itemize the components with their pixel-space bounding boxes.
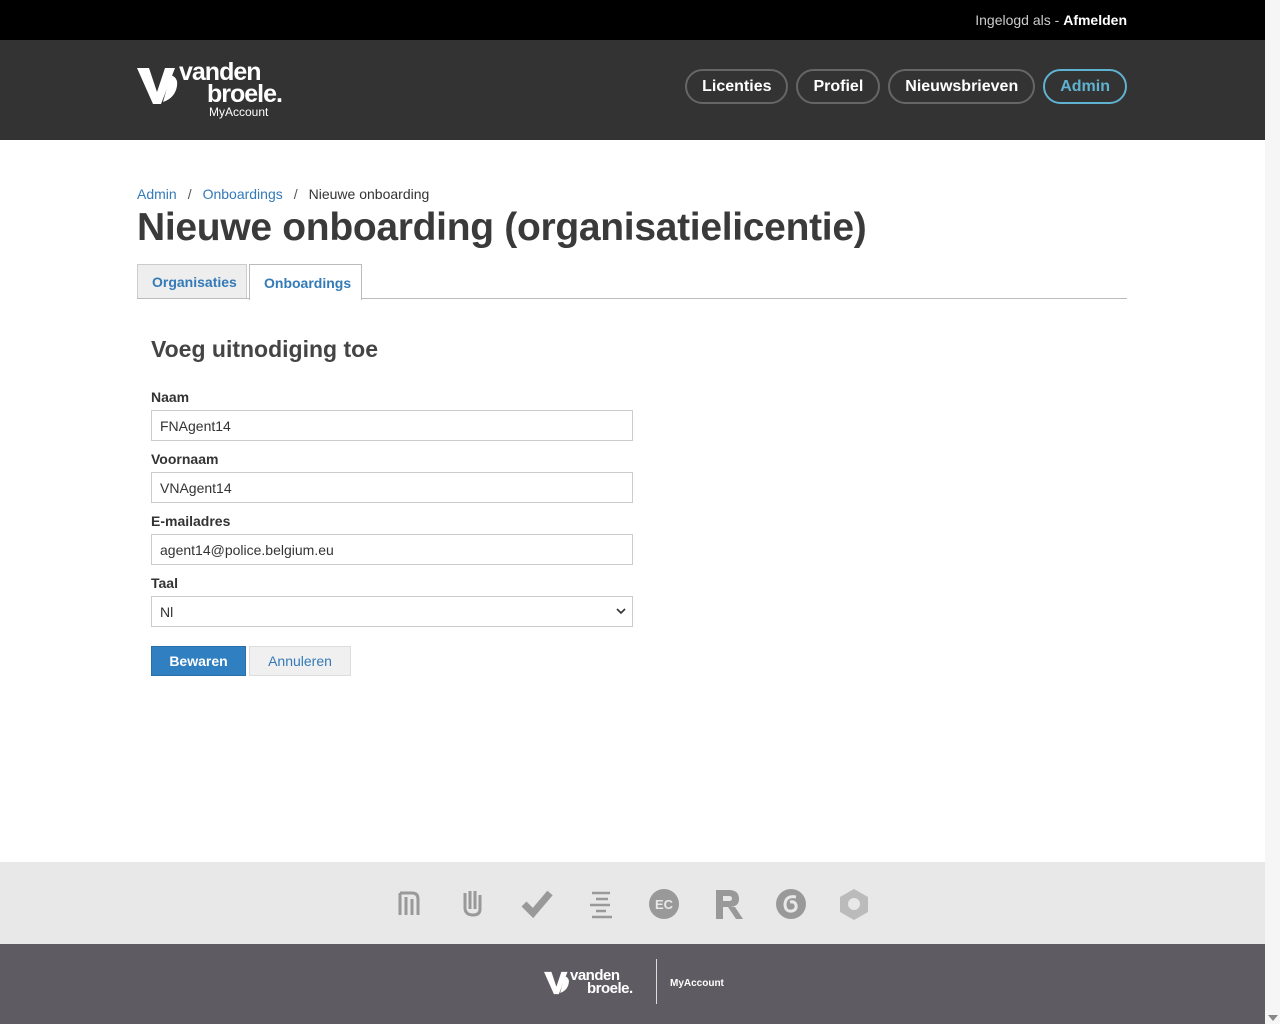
logo-word-2: broele. — [207, 80, 283, 108]
breadcrumb-onboardings[interactable]: Onboardings — [203, 186, 283, 202]
breadcrumb-separator: / — [293, 186, 298, 202]
vandenbroele-logo[interactable]: vanden broele. MyAccount — [137, 60, 297, 120]
chevron-down-icon — [616, 608, 626, 615]
voornaam-input[interactable] — [151, 472, 633, 503]
cancel-button[interactable]: Annuleren — [249, 646, 351, 676]
hexagon-icon[interactable] — [837, 887, 871, 921]
taal-label: Taal — [151, 575, 178, 591]
save-button[interactable]: Bewaren — [151, 646, 246, 676]
logged-in-text: Ingelogd als - — [975, 12, 1060, 28]
r-icon[interactable] — [710, 887, 744, 921]
brand-strip: EC — [0, 862, 1265, 944]
spiral-icon[interactable] — [774, 887, 808, 921]
scroll-down-arrow-icon[interactable] — [1268, 1015, 1278, 1021]
pelckmans-icon[interactable] — [392, 887, 426, 921]
tab-bar: Organisaties Onboardings — [137, 264, 1127, 300]
email-label: E-mailadres — [151, 513, 231, 529]
site-footer: vanden broele. MyAccount — [0, 944, 1265, 1024]
breadcrumb-current: Nieuwe onboarding — [308, 186, 430, 202]
page-title: Nieuwe onboarding (organisatielicentie) — [137, 206, 867, 249]
nav-admin[interactable]: Admin — [1043, 69, 1127, 104]
taal-selected-value: Nl — [160, 603, 174, 620]
breadcrumb-separator: / — [187, 186, 192, 202]
form-heading: Voeg uitnodiging toe — [151, 336, 378, 362]
footer-wordmark[interactable]: vanden broele. — [570, 968, 633, 996]
nav-licenties[interactable]: Licenties — [685, 69, 789, 104]
vb-logo-icon — [137, 68, 178, 104]
breadcrumb: Admin / Onboardings / Nieuwe onboarding — [137, 186, 429, 202]
footer-divider — [656, 959, 657, 1004]
naam-label: Naam — [151, 389, 190, 405]
main-nav: Licenties Profiel Nieuwsbrieven Admin — [685, 69, 1127, 104]
top-bar: Ingelogd als - Afmelden — [0, 0, 1265, 40]
naam-input[interactable] — [151, 410, 633, 441]
login-status: Ingelogd als - Afmelden — [975, 12, 1127, 28]
logout-link[interactable]: Afmelden — [1063, 12, 1127, 28]
hand-icon[interactable] — [456, 887, 490, 921]
email-input[interactable] — [151, 534, 633, 565]
nav-profiel[interactable]: Profiel — [796, 69, 881, 104]
ec-icon[interactable]: EC — [647, 887, 681, 921]
taal-select[interactable]: Nl — [151, 596, 633, 627]
tab-onboardings[interactable]: Onboardings — [249, 264, 362, 300]
voornaam-label: Voornaam — [151, 451, 219, 467]
nav-nieuwsbrieven[interactable]: Nieuwsbrieven — [888, 69, 1036, 104]
footer-product-name: MyAccount — [670, 978, 724, 989]
scrollbar[interactable] — [1265, 0, 1280, 1024]
tab-organisaties[interactable]: Organisaties — [137, 264, 247, 298]
svg-text:EC: EC — [655, 897, 674, 912]
breadcrumb-admin[interactable]: Admin — [137, 186, 177, 202]
logo-wordmark: vanden broele. — [179, 60, 283, 108]
site-header: vanden broele. MyAccount Licenties Profi… — [0, 40, 1265, 140]
logo-subtitle: MyAccount — [209, 105, 269, 119]
footer-vb-logo-icon — [544, 971, 569, 995]
lines-icon[interactable] — [584, 887, 618, 921]
checkmark-icon[interactable] — [520, 887, 554, 921]
